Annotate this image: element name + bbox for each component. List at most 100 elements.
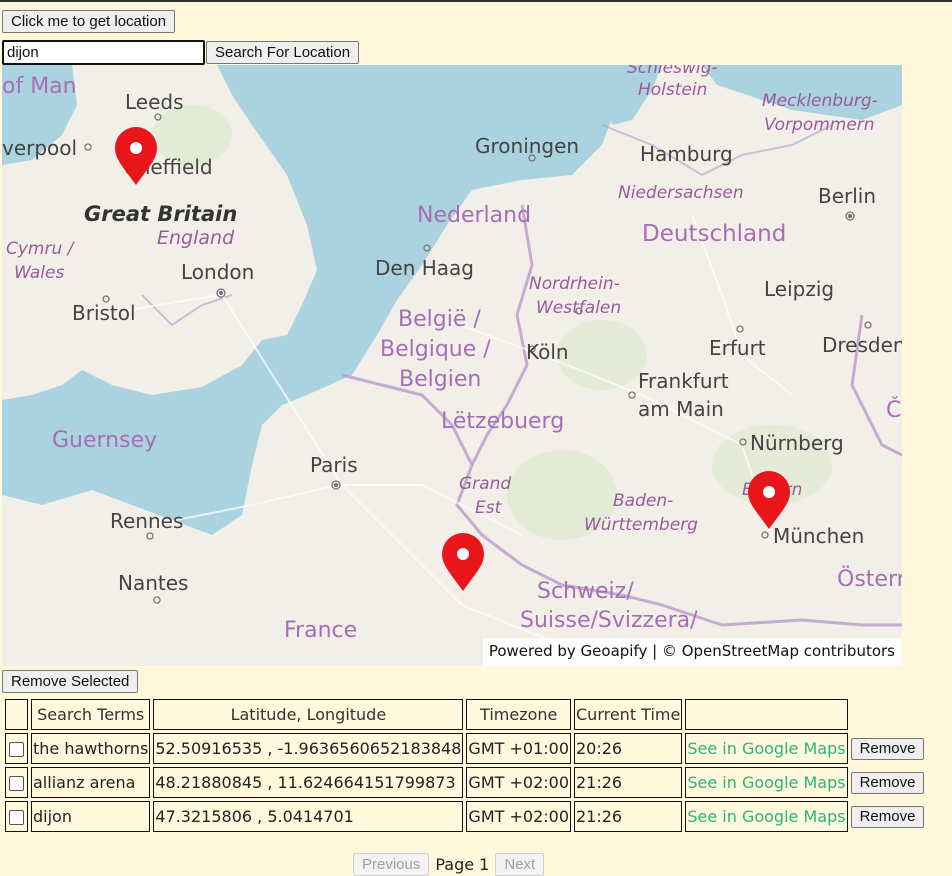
map-label-rennes: Rennes [110,509,183,533]
results-table: Search Terms Latitude, Longitude Timezon… [2,696,928,835]
cell-coords: 48.21880845 , 11.624664151799873 [153,767,464,798]
map-label-isle-of-man: of Man [2,74,77,99]
map-label-groningen: Groningen [475,134,579,158]
map-label-cz: Č [886,397,901,423]
map-label-belgie: België / [398,307,481,332]
cell-time: 21:26 [574,801,683,832]
map-label-est: Est [475,498,503,518]
header-select [5,699,28,730]
cell-remove: Remove [850,801,926,832]
row-checkbox-cell [5,801,28,832]
map-label-hamburg: Hamburg [640,142,733,166]
map-label-nurnberg: Nürnberg [750,431,844,455]
map-label-osterreich: Österreich [837,566,902,592]
remove-row-button[interactable]: Remove [850,771,925,794]
page-indicator: Page 1 [435,854,490,874]
map-label-leeds: Leeds [125,90,184,114]
row-checkbox-cell [5,733,28,764]
header-search-terms: Search Terms [31,699,151,730]
map-label-koln: Köln [526,340,569,364]
map-label-munchen: München [773,524,864,548]
map-label-frankfurt: Frankfurt [638,369,729,393]
remove-row-button[interactable]: Remove [850,805,925,828]
map-label-cymru: Cymru / [6,239,76,259]
map-label-liverpool: verpool [2,136,77,160]
map-label-berlin: Berlin [818,184,876,208]
cell-search-term: the hawthorns [31,733,151,764]
map-label-schweiz: Schweiz/ [537,579,634,604]
table-row: dijon 47.3215806 , 5.0414701 GMT +02:00 … [5,801,925,832]
header-current-time: Current Time [574,699,683,730]
map-label-england: England [157,227,235,249]
cell-link: See in Google Maps [685,733,848,764]
map-label-france: France [284,618,357,643]
map-label-leipzig: Leipzig [764,277,834,301]
attribution-contrib: contributors [799,642,895,660]
map-label-holstein: Holstein [638,80,707,100]
cell-search-term: dijon [31,801,151,832]
map-label-baden: Baden- [613,491,673,511]
row-checkbox[interactable] [9,742,24,757]
map-label-wales: Wales [14,263,64,283]
next-page-button[interactable]: Next [495,852,545,876]
attribution-sep: | © [647,642,682,660]
cell-time: 20:26 [574,733,683,764]
map-label-paris: Paris [310,453,358,477]
cell-coords: 47.3215806 , 5.0414701 [153,801,464,832]
row-checkbox-cell [5,767,28,798]
map-label-erfurt: Erfurt [709,336,766,360]
map-label-guernsey: Guernsey [52,428,157,453]
map-label-nederland: Nederland [417,203,531,228]
row-checkbox[interactable] [9,810,24,825]
get-location-button[interactable]: Click me to get location [2,10,176,33]
map-label-vorpommern: Vorpommern [764,115,875,135]
map-label-london: London [181,260,254,284]
cell-search-term: allianz arena [31,767,151,798]
map-tiles: of Man Leeds verpool Sheffield Great Bri… [2,65,902,666]
remove-selected-button[interactable]: Remove Selected [2,670,139,693]
map-label-letzebuerg: Lëtzebuerg [441,409,564,434]
map-label-suisse: Suisse/Svizzera/ [520,608,698,633]
cell-remove: Remove [850,767,926,798]
map-label-nantes: Nantes [118,571,188,595]
map-label-bristol: Bristol [72,301,136,325]
cell-timezone: GMT +02:00 [466,767,571,798]
table-header-row: Search Terms Latitude, Longitude Timezon… [5,699,925,730]
remove-row-button[interactable]: Remove [850,737,925,760]
row-checkbox[interactable] [9,776,24,791]
cell-timezone: GMT +01:00 [466,733,571,764]
map-label-mecklenburg: Mecklenburg- [762,91,878,111]
map-label-wurttemberg: Württemberg [584,515,698,535]
map-label-schleswig: Schleswig- [627,65,718,78]
map-label-den-haag: Den Haag [375,256,474,280]
map-label-belgien: Belgien [399,367,481,392]
google-maps-link[interactable]: See in Google Maps [687,773,845,792]
table-row: the hawthorns 52.50916535 , -1.963656065… [5,733,925,764]
search-location-button[interactable]: Search For Location [206,41,360,64]
map-label-dresden: Dresden [822,333,902,357]
cell-coords: 52.50916535 , -1.9636560652183848 [153,733,464,764]
map-label-westfalen: Westfalen [536,298,621,318]
pagination: Previous Page 1 Next [353,852,545,876]
map[interactable]: of Man Leeds verpool Sheffield Great Bri… [2,65,902,666]
map-label-nordrhein: Nordrhein- [529,274,620,294]
previous-page-button[interactable]: Previous [353,852,430,876]
header-link [685,699,848,730]
map-label-great-britain: Great Britain [84,202,237,226]
search-input[interactable] [2,40,205,65]
header-lat-lon: Latitude, Longitude [153,699,464,730]
attribution-powered[interactable]: Powered by Geoapify [489,642,648,660]
header-timezone: Timezone [466,699,571,730]
map-label-am-main: am Main [638,397,724,421]
map-label-belgique: Belgique / [380,337,491,362]
map-label-deutschland: Deutschland [642,221,786,247]
table-row: allianz arena 48.21880845 , 11.624664151… [5,767,925,798]
google-maps-link[interactable]: See in Google Maps [687,807,845,826]
map-attribution: Powered by Geoapify | © OpenStreetMap co… [482,638,902,666]
google-maps-link[interactable]: See in Google Maps [687,739,845,758]
cell-link: See in Google Maps [685,801,848,832]
cell-link: See in Google Maps [685,767,848,798]
map-label-niedersachsen: Niedersachsen [618,183,744,203]
attribution-osm-link[interactable]: OpenStreetMap [682,642,799,660]
cell-timezone: GMT +02:00 [466,801,571,832]
